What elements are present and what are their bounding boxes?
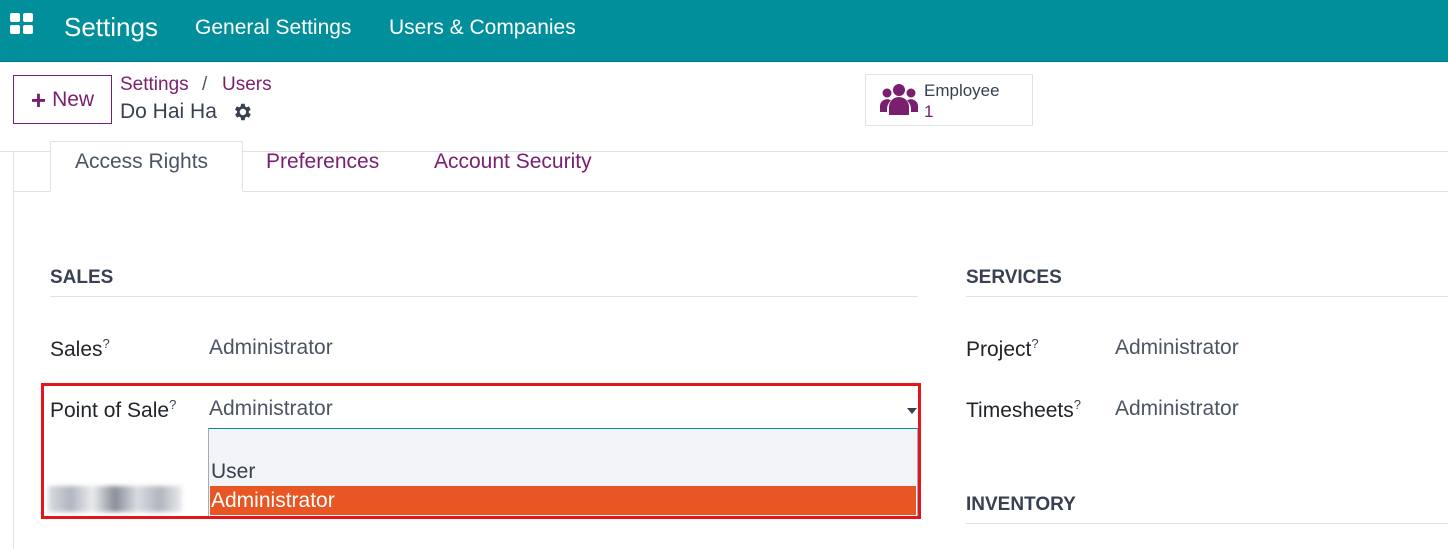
field-label-point-of-sale: Point of Sale? [50,397,177,422]
new-button-label: New [52,87,95,111]
section-title-inventory: INVENTORY [966,494,1076,515]
redacted-label [48,486,182,512]
section-rule [50,296,918,297]
field-label-timesheets: Timesheets? [966,397,1081,422]
top-navbar: Settings General Settings Users & Compan… [0,0,1448,62]
field-label-project: Project? [966,336,1039,361]
point-of-sale-dropdown[interactable]: User Administrator [208,428,918,517]
point-of-sale-select[interactable]: Administrator [209,397,333,421]
dropdown-option-user[interactable]: User [210,457,916,486]
tab-preferences[interactable]: Preferences [266,150,379,174]
dropdown-option-administrator[interactable]: Administrator [210,486,916,515]
field-value-timesheets[interactable]: Administrator [1115,397,1239,421]
menu-users-companies[interactable]: Users & Companies [389,16,576,40]
breadcrumb-separator: / [202,74,208,95]
help-tooltip-icon[interactable]: ? [103,336,110,351]
smart-button-count: 1 [924,102,934,121]
section-title-services: SERVICES [966,267,1062,288]
help-tooltip-icon[interactable]: ? [169,397,176,412]
smart-button-label: Employee [924,81,1000,100]
menu-general-settings[interactable]: General Settings [195,16,351,40]
apps-grid-icon[interactable] [10,13,36,37]
section-rule [966,296,1448,297]
help-tooltip-icon[interactable]: ? [1031,336,1038,351]
sheet-border [13,152,14,549]
breadcrumb-settings[interactable]: Settings [120,74,189,96]
section-title-sales: SALES [50,267,114,288]
new-button[interactable]: + New [13,75,112,124]
plus-icon: + [30,84,47,115]
dropdown-option-empty[interactable] [210,430,916,459]
tab-account-security[interactable]: Account Security [434,150,592,174]
gear-icon[interactable] [231,101,253,123]
field-label-sales: Sales? [50,336,110,361]
help-tooltip-icon[interactable]: ? [1074,397,1081,412]
app-title[interactable]: Settings [64,12,158,43]
section-rule [966,523,1448,524]
record-title: Do Hai Ha [120,100,217,123]
employee-smart-button[interactable]: Employee 1 [865,74,1033,126]
chevron-down-icon[interactable] [907,408,917,414]
users-icon [880,84,918,115]
tab-access-rights-label[interactable]: Access Rights [75,150,208,174]
field-value-sales[interactable]: Administrator [209,336,333,360]
field-value-project[interactable]: Administrator [1115,336,1239,360]
breadcrumb-users[interactable]: Users [222,74,272,96]
